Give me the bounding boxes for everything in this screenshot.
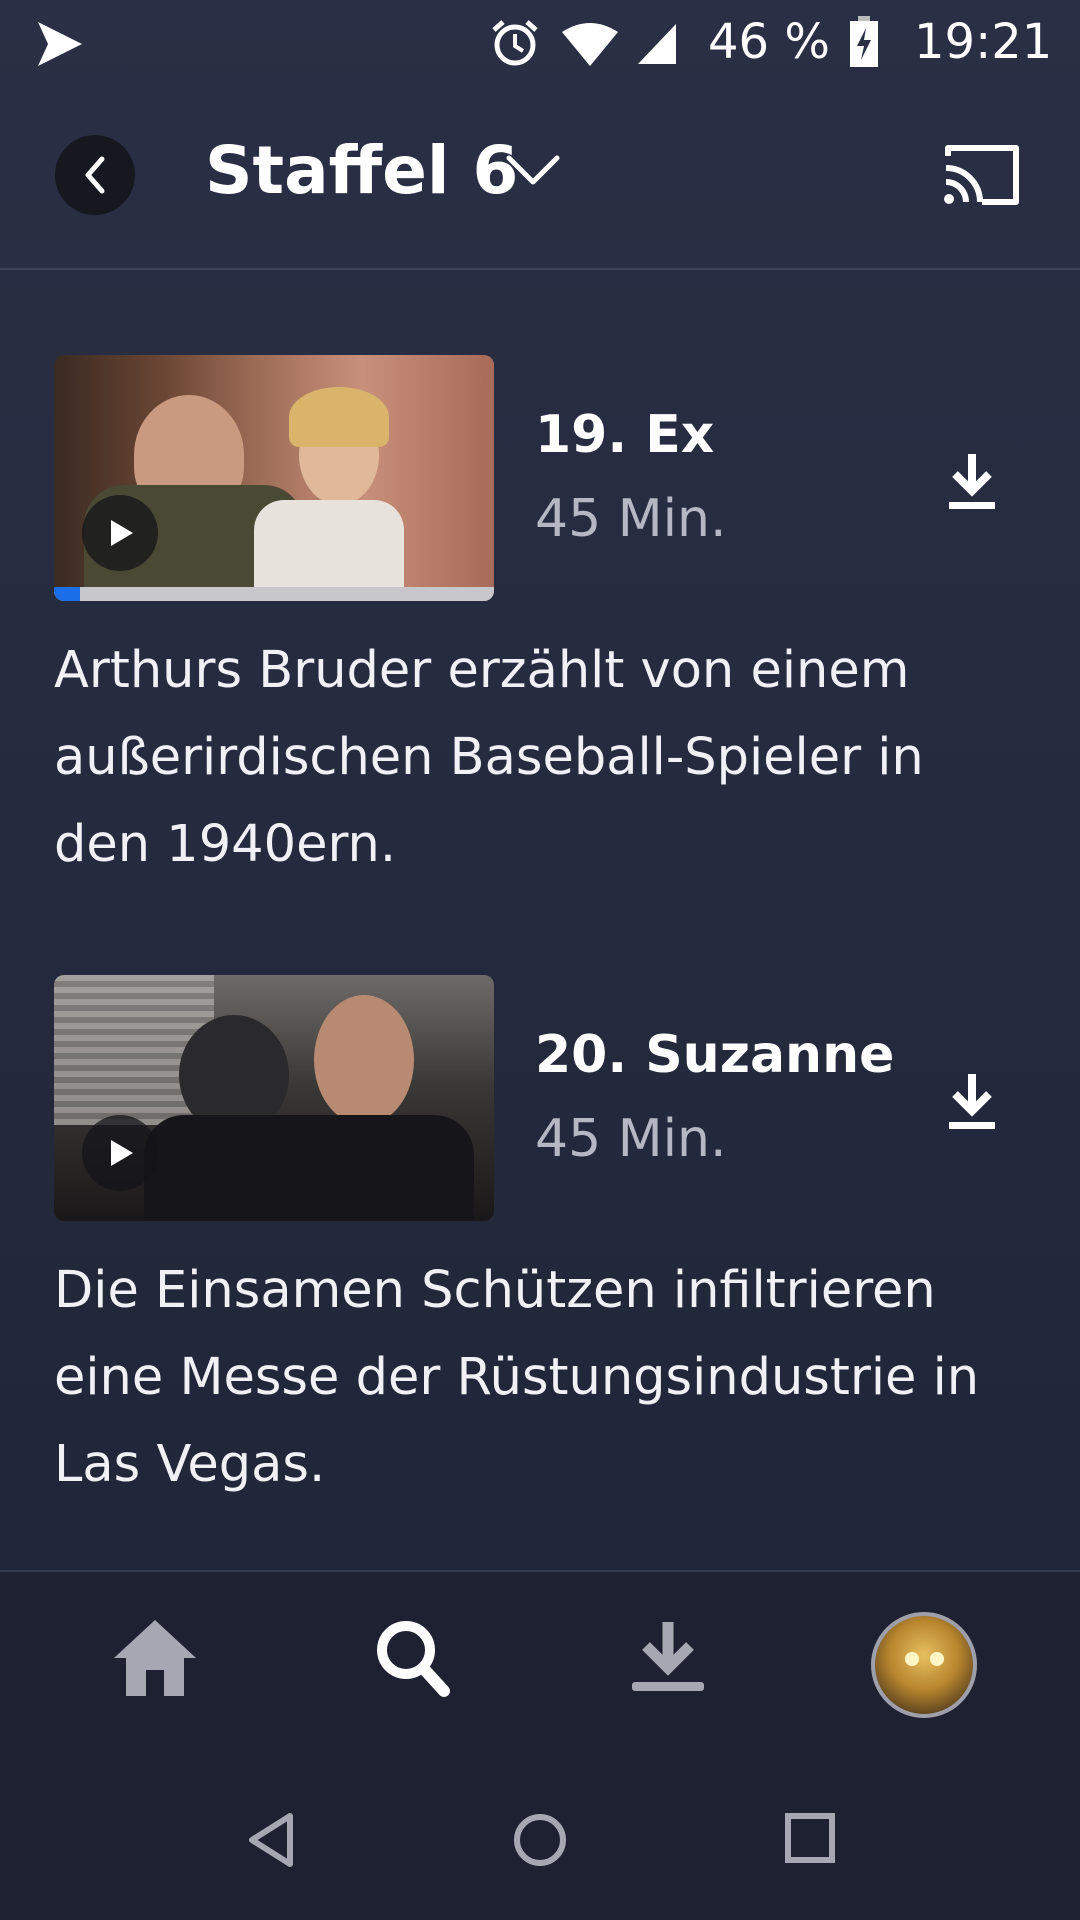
system-navigation-bar	[0, 1760, 1080, 1920]
download-icon[interactable]	[945, 1070, 999, 1134]
watch-progress-bar	[54, 587, 494, 601]
play-button[interactable]	[82, 1115, 158, 1191]
status-bar: 46 % 19:21	[0, 0, 1080, 90]
search-icon[interactable]	[372, 1612, 452, 1702]
episode-title[interactable]: 20. Suzanne	[535, 1025, 894, 1085]
back-button[interactable]	[55, 135, 135, 215]
downloads-icon[interactable]	[628, 1612, 708, 1702]
battery-charging-icon	[850, 16, 878, 67]
episode-description: Arthurs Bruder erzählt von einem außerir…	[54, 641, 924, 874]
download-icon[interactable]	[945, 450, 999, 514]
play-icon	[111, 1140, 133, 1166]
episode-duration: 45 Min.	[535, 1109, 727, 1169]
episode-duration: 45 Min.	[535, 489, 727, 549]
clock: 19:21	[914, 14, 1053, 70]
cell-signal-icon	[638, 24, 676, 64]
chevron-left-icon	[85, 156, 105, 194]
bottom-navigation	[0, 1570, 1080, 1762]
play-button[interactable]	[82, 495, 158, 571]
home-icon[interactable]	[110, 1612, 200, 1702]
alarm-icon	[492, 20, 538, 66]
cast-icon[interactable]	[940, 140, 1022, 210]
season-header: Staffel 6	[0, 100, 1080, 270]
watch-progress-fill	[54, 587, 81, 601]
episode-thumbnail[interactable]	[54, 975, 494, 1221]
chevron-down-icon[interactable]	[505, 152, 561, 188]
episode-description: Die Einsamen Schützen infiltrieren eine …	[54, 1261, 980, 1494]
profile-avatar[interactable]	[871, 1612, 977, 1718]
episode-title[interactable]: 19. Ex	[535, 405, 714, 465]
recents-square-icon[interactable]	[784, 1812, 836, 1864]
home-circle-icon[interactable]	[512, 1812, 568, 1868]
season-title[interactable]: Staffel 6	[205, 132, 518, 209]
episode-thumbnail[interactable]	[54, 355, 494, 601]
wifi-icon	[562, 23, 618, 66]
back-triangle-icon[interactable]	[246, 1812, 296, 1868]
battery-percentage: 46 %	[708, 14, 830, 70]
play-icon	[111, 520, 133, 546]
play-store-icon	[38, 22, 82, 66]
